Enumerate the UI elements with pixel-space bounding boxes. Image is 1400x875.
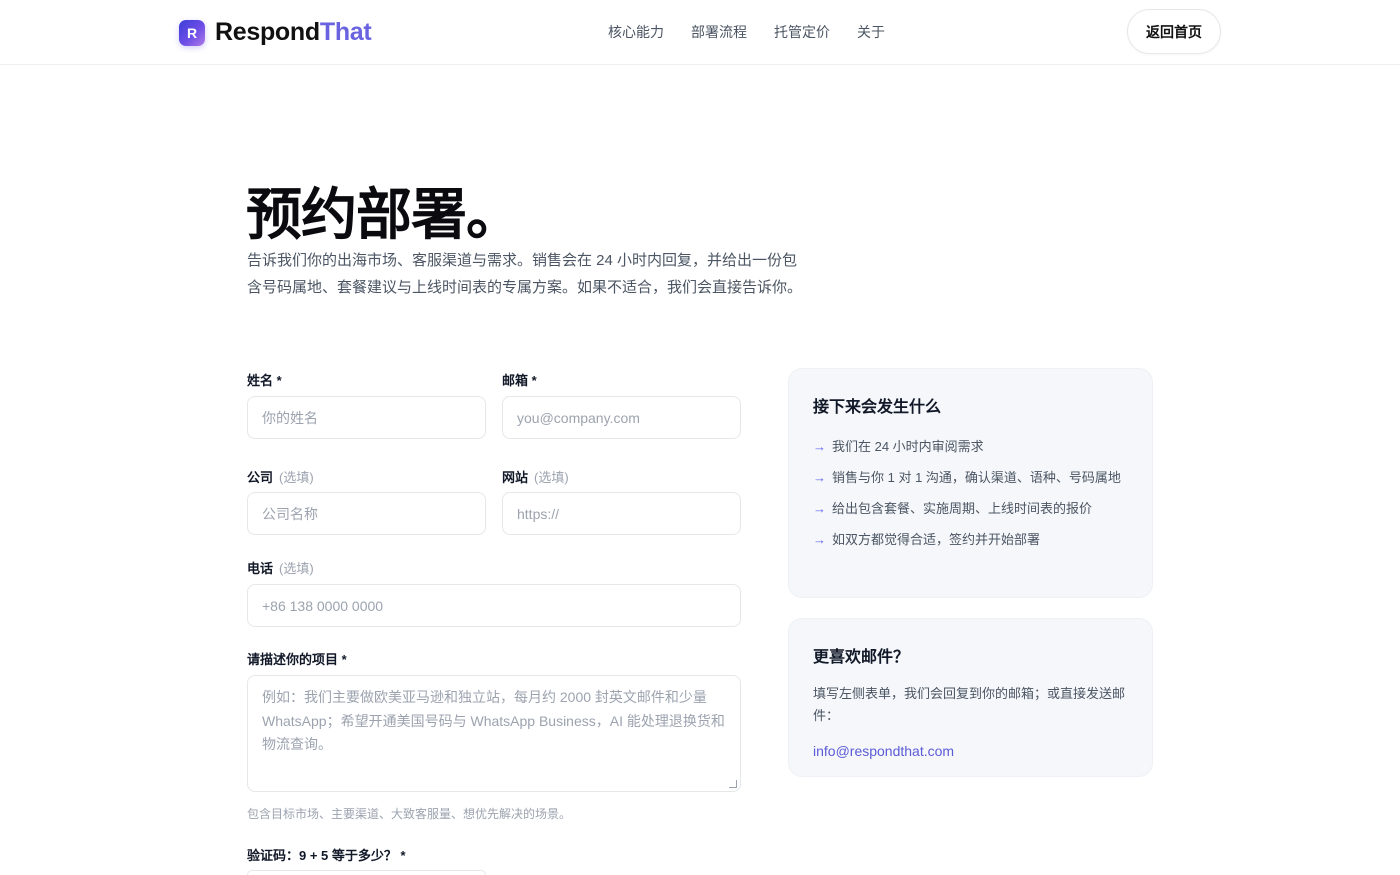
company-placeholder: 公司名称 <box>262 505 318 522</box>
phone-optional: (选填) <box>279 561 314 576</box>
captcha-label-text: 验证码：9 + 5 等于多少？ <box>247 848 397 863</box>
project-hint: 包含目标市场、主要渠道、大致客服量、想优先解决的场景。 <box>247 807 572 821</box>
next-steps-list: → 我们在 24 小时内审阅需求 → 销售与你 1 对 1 沟通，确认渠道、语种、号… <box>813 436 1128 551</box>
email-label-text: 邮箱 <box>502 373 529 388</box>
company-label: 公司 (选填) <box>247 467 314 486</box>
nav-item-pricing[interactable]: 托管定价 <box>774 22 830 42</box>
site-header: R RespondThat 核心能力 部署流程 托管定价 关于 返回首页 <box>0 0 1400 65</box>
nav-item-capabilities[interactable]: 核心能力 <box>608 22 664 42</box>
name-required-mark: * <box>276 373 282 388</box>
name-placeholder: 你的姓名 <box>262 409 318 426</box>
next-steps-title: 接下来会发生什么 <box>813 399 942 416</box>
prefer-email-text: 填写左侧表单，我们会回复到你的邮箱；或直接发送邮件： <box>813 686 1126 723</box>
email-input[interactable]: you@company.com <box>502 396 741 439</box>
phone-input[interactable]: +86 138 0000 0000 <box>247 584 741 627</box>
page-lead: 告诉我们你的出海市场、客服渠道与需求。销售会在 24 小时内回复，并给出一份包含… <box>247 252 803 296</box>
logo[interactable]: R RespondThat <box>179 18 372 47</box>
project-textarea[interactable]: 例如：我们主要做欧美亚马逊和独立站，每月约 2000 封英文邮件和少量 What… <box>247 675 741 792</box>
list-item: → 给出包含套餐、实施周期、上线时间表的报价 <box>813 498 1128 520</box>
website-optional: (选填) <box>534 470 569 485</box>
email-required-mark: * <box>531 373 537 388</box>
company-label-text: 公司 <box>247 470 274 485</box>
company-optional: (选填) <box>279 470 314 485</box>
logo-text-main: Respond <box>215 18 320 46</box>
captcha-input[interactable] <box>247 870 486 875</box>
website-label: 网站 (选填) <box>502 467 569 486</box>
prefer-email-card: 更喜欢邮件？ 填写左侧表单，我们会回复到你的邮箱；或直接发送邮件： info@r… <box>788 618 1153 777</box>
phone-placeholder: +86 138 0000 0000 <box>262 597 384 614</box>
email-placeholder: you@company.com <box>517 409 640 426</box>
contact-email-link[interactable]: info@respondthat.com <box>813 743 1128 759</box>
website-placeholder: https:// <box>517 505 560 522</box>
resize-handle-icon[interactable] <box>729 780 737 788</box>
home-button[interactable]: 返回首页 <box>1127 9 1221 54</box>
arrow-right-icon: → <box>813 470 826 485</box>
page-title: 预约部署。 <box>246 183 522 246</box>
captcha-label: 验证码：9 + 5 等于多少？ * <box>247 845 406 864</box>
main-nav: 核心能力 部署流程 托管定价 关于 <box>608 22 885 42</box>
nav-item-about[interactable]: 关于 <box>857 22 885 42</box>
project-label-text: 请描述你的项目 <box>247 652 339 667</box>
prefer-email-title: 更喜欢邮件？ <box>813 649 910 666</box>
email-label: 邮箱 * <box>502 370 537 389</box>
list-item: → 我们在 24 小时内审阅需求 <box>813 436 1128 458</box>
logo-text-accent: That <box>319 18 372 46</box>
arrow-right-icon: → <box>813 532 826 547</box>
logo-icon: R <box>179 19 205 46</box>
step-text: 给出包含套餐、实施周期、上线时间表的报价 <box>832 501 1093 516</box>
phone-label: 电话 (选填) <box>247 558 314 577</box>
list-item: → 如双方都觉得合适，签约并开始部署 <box>813 529 1128 551</box>
list-item: → 销售与你 1 对 1 沟通，确认渠道、语种、号码属地 <box>813 467 1128 489</box>
project-required-mark: * <box>341 652 347 667</box>
nav-item-deployment[interactable]: 部署流程 <box>691 22 747 42</box>
step-text: 如双方都觉得合适，签约并开始部署 <box>832 532 1041 547</box>
project-placeholder: 例如：我们主要做欧美亚马逊和独立站，每月约 2000 封英文邮件和少量 What… <box>262 689 725 752</box>
project-label: 请描述你的项目 * <box>247 649 347 668</box>
captcha-required-mark: * <box>400 848 406 863</box>
phone-label-text: 电话 <box>247 561 274 576</box>
step-text: 销售与你 1 对 1 沟通，确认渠道、语种、号码属地 <box>832 470 1121 485</box>
arrow-right-icon: → <box>813 439 826 454</box>
name-label-text: 姓名 <box>247 373 274 388</box>
name-input[interactable]: 你的姓名 <box>247 396 486 439</box>
logo-text: RespondThat <box>215 18 372 47</box>
website-input[interactable]: https:// <box>502 492 741 535</box>
name-label: 姓名 * <box>247 370 282 389</box>
company-input[interactable]: 公司名称 <box>247 492 486 535</box>
next-steps-card: 接下来会发生什么 → 我们在 24 小时内审阅需求 → 销售与你 1 对 1 沟通，… <box>788 368 1153 598</box>
website-label-text: 网站 <box>502 470 529 485</box>
arrow-right-icon: → <box>813 501 826 516</box>
step-text: 我们在 24 小时内审阅需求 <box>832 439 984 454</box>
